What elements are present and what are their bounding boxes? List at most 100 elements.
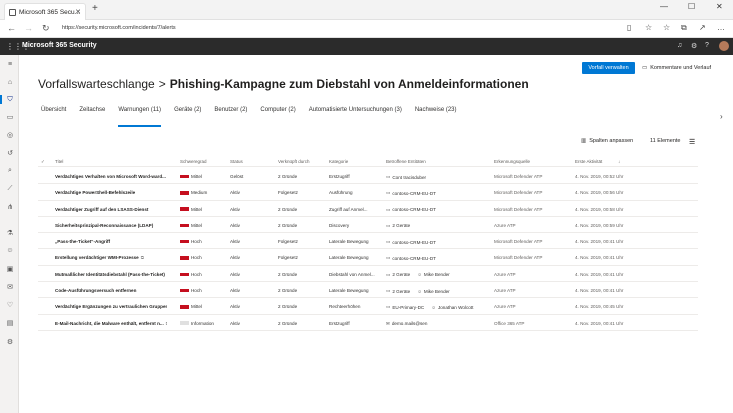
col-detected-by[interactable]: Verknüpft durch — [278, 159, 310, 164]
people-icon[interactable]: ☺ — [5, 247, 15, 254]
tab-users[interactable]: Benutzer (2) — [214, 107, 247, 121]
minimize-icon[interactable]: — — [660, 2, 668, 11]
alert-title[interactable]: Verdächtige PowerShell-Befehlszeile — [55, 190, 167, 195]
customize-columns-button[interactable]: ▥ Spalten anpassen — [581, 138, 633, 144]
select-all-check-icon[interactable]: ✓ — [41, 159, 45, 165]
alert-title[interactable]: Mutmaßlicher Identitätsdiebstahl (Pass-t… — [55, 272, 167, 277]
alert-title[interactable]: Verdächtiger Zugriff auf den LSASS-Diens… — [55, 207, 167, 212]
window-close-icon[interactable]: ✕ — [716, 2, 723, 11]
alert-title[interactable]: Verdächtige Ergänzungen zu vertraulichen… — [55, 304, 167, 309]
table-row[interactable]: Sicherheitsprinzipal-Reconnaissance (LDA… — [38, 217, 698, 234]
entity-device[interactable]: contoso-CRM-EU-DT — [392, 240, 436, 245]
table-row[interactable]: Code-Ausführungsversuch entfernen Hoch Akt… — [38, 282, 698, 299]
entity-device[interactable]: EU-Primary-DC — [392, 305, 424, 310]
list-options-icon[interactable]: ☰ — [689, 138, 695, 146]
more-icon[interactable]: … — [717, 23, 725, 32]
table-row[interactable]: Erstellung verdächtiger WMI-Prozesse ⧉ Hoc… — [38, 249, 698, 266]
alert-title[interactable]: Verdächtiges Verhalten von Microsoft Wor… — [55, 174, 167, 179]
table-row[interactable]: Verdächtiger Zugriff auf den LSASS-Diens… — [38, 201, 698, 217]
notification-icon[interactable]: ♫ — [677, 42, 682, 49]
col-entities[interactable]: Betroffene Entitäten — [386, 159, 426, 164]
col-severity[interactable]: Schweregrad — [180, 159, 207, 164]
collections-icon[interactable]: ⧉ — [681, 23, 687, 33]
table-row[interactable]: Verdächtige PowerShell-Befehlszeile Mediu… — [38, 184, 698, 201]
alert-title-text[interactable]: Verdächtige Ergänzungen zu vertraulichen… — [55, 304, 167, 309]
alert-title-text[interactable]: Verdächtiges Verhalten von Microsoft Wor… — [55, 174, 166, 179]
col-category[interactable]: Kategorie — [329, 159, 348, 164]
table-row[interactable]: Verdächtige Ergänzungen zu vertraulichen… — [38, 298, 698, 315]
breadcrumb-parent[interactable]: Vorfallswarteschlange — [38, 77, 155, 91]
chart-icon[interactable]: ⟋ — [5, 185, 15, 193]
col-status[interactable]: Status — [230, 159, 243, 164]
settings-gear-icon[interactable]: ⚙ — [691, 42, 697, 50]
comments-history-button[interactable]: ▭ Kommentare und Verlauf — [642, 62, 711, 74]
hunting-icon[interactable]: ⌕ — [5, 167, 15, 175]
heart-icon[interactable]: ♡ — [5, 301, 15, 309]
tab-devices[interactable]: Geräte (2) — [174, 107, 201, 121]
manage-incident-button[interactable]: Vorfall verwalten — [582, 62, 635, 74]
entity-device[interactable]: 2 Geräte — [392, 223, 410, 228]
alert-title-text[interactable]: Erstellung verdächtiger WMI-Prozesse — [55, 255, 139, 260]
entity-device[interactable]: 2 Geräte — [392, 289, 410, 294]
reading-view-icon[interactable]: ▯ — [627, 23, 631, 32]
entity-device[interactable]: demo.mails@sen — [392, 321, 428, 326]
shield-icon[interactable]: ⛉ — [5, 96, 15, 104]
alert-title[interactable]: E-Mail-Nachricht, die Malware enthält, e… — [55, 321, 167, 326]
entity-device[interactable]: contoso-CRM-EU-DT — [392, 207, 436, 212]
entity-device[interactable]: Cont tracisduber — [392, 175, 426, 180]
tab-investigations[interactable]: Automatisierte Untersuchungen (3) — [309, 107, 402, 121]
tab-alerts[interactable]: Warnungen (11) — [118, 107, 161, 127]
history-icon[interactable]: ↺ — [5, 149, 15, 157]
table-row[interactable]: „Pass-the-Ticket“-Angriff Hoch Aktiv Folges… — [38, 233, 698, 250]
alert-title-text[interactable]: Sicherheitsprinzipal-Reconnaissance (LDA… — [55, 223, 153, 228]
entity-user[interactable]: Mike Bender — [424, 289, 450, 294]
favorite-star-icon[interactable]: ☆ — [645, 23, 652, 32]
browser-tab[interactable]: Microsoft 365 Secu... ✕ — [4, 3, 86, 20]
favorites-icon[interactable]: ☆ — [663, 23, 670, 32]
hamburger-icon[interactable]: ≡ — [5, 61, 15, 68]
chevron-right-icon[interactable]: › — [720, 112, 723, 121]
alert-title-text[interactable]: Mutmaßlicher Identitätsdiebstahl (Pass-t… — [55, 272, 165, 277]
alert-title[interactable]: Code-Ausführungsversuch entfernen — [55, 288, 167, 293]
help-icon[interactable]: ? — [705, 42, 709, 49]
bars-icon[interactable]: ▤ — [5, 319, 15, 327]
gear-nav-icon[interactable]: ⚙ — [5, 338, 15, 346]
home-icon[interactable]: ⌂ — [5, 79, 15, 86]
tab-overview[interactable]: Übersicht — [41, 107, 66, 121]
table-row[interactable]: Verdächtiges Verhalten von Microsoft Wor… — [38, 168, 698, 185]
col-title[interactable]: Titel — [55, 159, 63, 164]
share-icon[interactable]: ↗ — [699, 23, 706, 32]
back-icon[interactable]: ← — [7, 23, 16, 33]
alert-title[interactable]: Erstellung verdächtiger WMI-Prozesse ⧉ — [55, 255, 167, 260]
alert-title-text[interactable]: Code-Ausführungsversuch entfernen — [55, 288, 136, 293]
external-link-icon[interactable]: ⧉ — [166, 321, 167, 326]
external-link-icon[interactable]: ⧉ — [141, 255, 144, 260]
lab-icon[interactable]: ⚗ — [5, 229, 15, 237]
alert-title[interactable]: „Pass-the-Ticket“-Angriff — [55, 239, 167, 244]
alert-title-text[interactable]: Verdächtiger Zugriff auf den LSASS-Diens… — [55, 207, 148, 212]
tab-computers[interactable]: Computer (2) — [260, 107, 295, 121]
alert-title-text[interactable]: „Pass-the-Ticket“-Angriff — [55, 239, 110, 244]
tab-timeline[interactable]: Zeitachse — [79, 107, 105, 121]
entity-user[interactable]: Jonathan Wolcott — [438, 305, 473, 310]
share-nodes-icon[interactable]: ⋔ — [5, 203, 15, 211]
col-last-activity[interactable]: Erste Aktivität — [575, 159, 602, 164]
mail-nav-icon[interactable]: ✉ — [5, 283, 15, 291]
maximize-icon[interactable]: ☐ — [688, 2, 695, 11]
url-input[interactable]: https://security.microsoft.com/incidents… — [62, 25, 176, 31]
policy-icon[interactable]: ▣ — [5, 265, 15, 273]
tab-evidence[interactable]: Nachweise (23) — [415, 107, 457, 121]
devices-icon[interactable]: ▭ — [5, 113, 15, 121]
avatar[interactable] — [719, 41, 729, 51]
alert-title-text[interactable]: E-Mail-Nachricht, die Malware enthält, e… — [55, 321, 164, 326]
entity-device[interactable]: contoso-CRM-EU-DT — [392, 191, 436, 196]
alert-title[interactable]: Sicherheitsprinzipal-Reconnaissance (LDA… — [55, 223, 167, 228]
refresh-icon[interactable]: ↻ — [42, 23, 50, 34]
forward-icon[interactable]: → — [24, 23, 33, 33]
entity-device[interactable]: 2 Geräte — [392, 272, 410, 277]
new-tab-icon[interactable]: + — [92, 4, 98, 14]
entity-user[interactable]: Mike Bender — [424, 272, 450, 277]
alert-title-text[interactable]: Verdächtige PowerShell-Befehlszeile — [55, 190, 135, 195]
table-row[interactable]: Mutmaßlicher Identitätsdiebstahl (Pass-t… — [38, 266, 698, 283]
sort-arrow-icon[interactable]: ↓ — [618, 159, 620, 164]
